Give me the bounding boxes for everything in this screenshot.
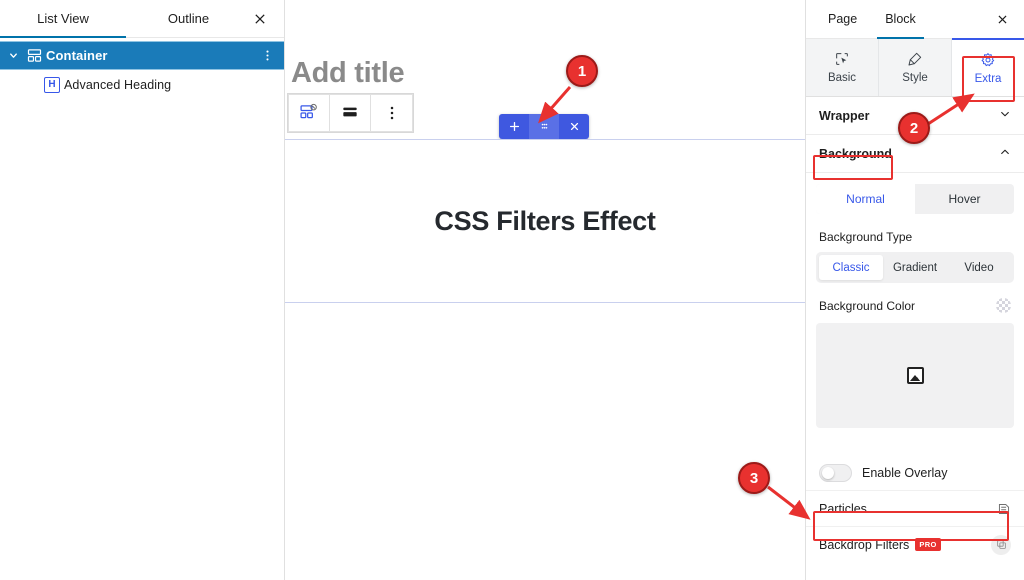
close-settings-button[interactable] bbox=[985, 0, 1019, 39]
list-view-panel: List View Outline Container H Advanced H… bbox=[0, 0, 285, 580]
enable-overlay-label: Enable Overlay bbox=[862, 466, 948, 480]
tab-block-label: Block bbox=[885, 12, 916, 26]
pro-badge: PRO bbox=[915, 538, 941, 551]
tab-outline-label: Outline bbox=[167, 11, 210, 26]
particles-label: Particles bbox=[819, 501, 867, 516]
chevron-up-icon[interactable] bbox=[999, 146, 1011, 161]
background-section-label: Background bbox=[819, 146, 892, 161]
block-more-options-button[interactable] bbox=[371, 95, 412, 131]
checker-swatch-icon[interactable] bbox=[996, 298, 1011, 313]
option-video[interactable]: Video bbox=[947, 255, 1011, 280]
particles-icon[interactable] bbox=[997, 502, 1011, 516]
drag-handle-button[interactable] bbox=[529, 114, 559, 139]
cursor-select-icon bbox=[836, 53, 848, 65]
option-classic-label: Classic bbox=[832, 261, 870, 274]
container-block-preview[interactable]: CSS Filters Effect bbox=[285, 139, 805, 303]
tab-style[interactable]: Style bbox=[879, 39, 952, 96]
toggle-knob bbox=[822, 467, 834, 479]
paint-brush-icon bbox=[908, 52, 922, 66]
tab-hover-label: Hover bbox=[948, 192, 981, 206]
more-options-icon bbox=[390, 106, 393, 120]
tab-style-label: Style bbox=[902, 72, 928, 84]
particles-label-wrap: Particles bbox=[819, 502, 867, 516]
background-color-label: Background Color bbox=[819, 298, 916, 313]
chevron-down-icon[interactable] bbox=[999, 108, 1011, 123]
enable-overlay-row: Enable Overlay bbox=[806, 456, 1024, 490]
option-gradient-label: Gradient bbox=[892, 261, 938, 274]
tab-normal-label: Normal bbox=[846, 192, 885, 206]
tab-block[interactable]: Block bbox=[871, 0, 930, 39]
add-block-icon bbox=[509, 121, 519, 132]
particles-row[interactable]: Particles bbox=[806, 490, 1024, 526]
align-icon bbox=[343, 107, 357, 117]
tab-list-view[interactable]: List View bbox=[0, 0, 126, 38]
expand-chevron-icon[interactable] bbox=[0, 50, 22, 61]
settings-tabbar: Page Block bbox=[806, 0, 1024, 39]
tab-normal[interactable]: Normal bbox=[816, 184, 915, 214]
drag-handle-icon bbox=[541, 123, 547, 129]
gear-icon bbox=[981, 52, 995, 66]
wrapper-section-label: Wrapper bbox=[819, 108, 870, 123]
backdrop-filters-icon[interactable] bbox=[991, 534, 1011, 555]
canvas-empty-area bbox=[285, 305, 805, 580]
background-section-header[interactable]: Background bbox=[806, 135, 1024, 173]
tab-basic-label: Basic bbox=[827, 72, 857, 84]
background-color-label-row: Background Color bbox=[806, 298, 1024, 313]
option-gradient[interactable]: Gradient bbox=[883, 255, 947, 280]
align-button[interactable] bbox=[330, 95, 371, 131]
heading-h-icon: H bbox=[40, 76, 64, 93]
tab-extra[interactable]: Extra bbox=[952, 38, 1024, 96]
list-item-options-icon[interactable] bbox=[261, 42, 274, 69]
tab-outline[interactable]: Outline bbox=[126, 0, 251, 37]
block-toolbar bbox=[288, 94, 413, 132]
remove-block-button[interactable] bbox=[559, 114, 589, 139]
list-item-container-label: Container bbox=[46, 48, 108, 63]
tab-page-label: Page bbox=[828, 12, 858, 26]
add-block-button[interactable] bbox=[499, 114, 529, 139]
tab-hover[interactable]: Hover bbox=[915, 184, 1014, 214]
close-icon bbox=[570, 122, 578, 131]
backdrop-filters-label: Backdrop Filters bbox=[819, 537, 910, 552]
block-inserter-toolbar bbox=[499, 114, 589, 139]
backdrop-filters-row[interactable]: Backdrop Filters PRO bbox=[806, 526, 1024, 562]
container-icon bbox=[22, 48, 46, 63]
block-settings-tabs: Basic Style Extra bbox=[806, 38, 1024, 97]
list-item-advanced-heading[interactable]: H Advanced Heading bbox=[0, 70, 284, 99]
background-type-label-row: Background Type bbox=[806, 230, 1024, 244]
block-type-button[interactable] bbox=[289, 95, 330, 131]
background-type-options: Classic Gradient Video bbox=[816, 252, 1014, 283]
list-view-tabbar: List View Outline bbox=[0, 0, 284, 38]
tab-list-view-label: List View bbox=[37, 11, 89, 26]
editor-window: List View Outline Container H Advanced H… bbox=[0, 0, 1024, 580]
backdrop-filters-label-wrap: Backdrop Filters PRO bbox=[819, 538, 941, 552]
state-tabs: Normal Hover bbox=[816, 184, 1014, 214]
background-image-dropzone[interactable] bbox=[816, 323, 1014, 428]
post-title-placeholder[interactable]: Add title bbox=[291, 57, 405, 90]
editor-canvas: Add title CSS Filters Effect bbox=[285, 0, 805, 580]
list-item-advanced-heading-label: Advanced Heading bbox=[64, 77, 172, 92]
tab-extra-label: Extra bbox=[974, 72, 1002, 85]
settings-sidebar: Page Block Basic Style Extra Wrapper Bac… bbox=[805, 0, 1024, 580]
broken-image-icon bbox=[906, 367, 924, 384]
enable-overlay-toggle[interactable] bbox=[819, 464, 852, 482]
tab-page[interactable]: Page bbox=[814, 0, 871, 38]
advanced-heading-text[interactable]: CSS Filters Effect bbox=[434, 206, 655, 237]
container-block-icon bbox=[300, 103, 317, 119]
background-type-label: Background Type bbox=[819, 230, 913, 244]
close-icon bbox=[255, 14, 265, 24]
close-list-view-button[interactable] bbox=[242, 0, 278, 38]
heading-h-letter: H bbox=[44, 76, 60, 93]
list-view-tree: Container H Advanced Heading bbox=[0, 38, 284, 99]
close-icon bbox=[998, 15, 1006, 24]
wrapper-section-header[interactable]: Wrapper bbox=[806, 97, 1024, 135]
list-item-container[interactable]: Container bbox=[0, 41, 284, 70]
option-classic[interactable]: Classic bbox=[819, 255, 883, 280]
option-video-label: Video bbox=[964, 261, 994, 274]
tab-basic[interactable]: Basic bbox=[806, 39, 879, 96]
